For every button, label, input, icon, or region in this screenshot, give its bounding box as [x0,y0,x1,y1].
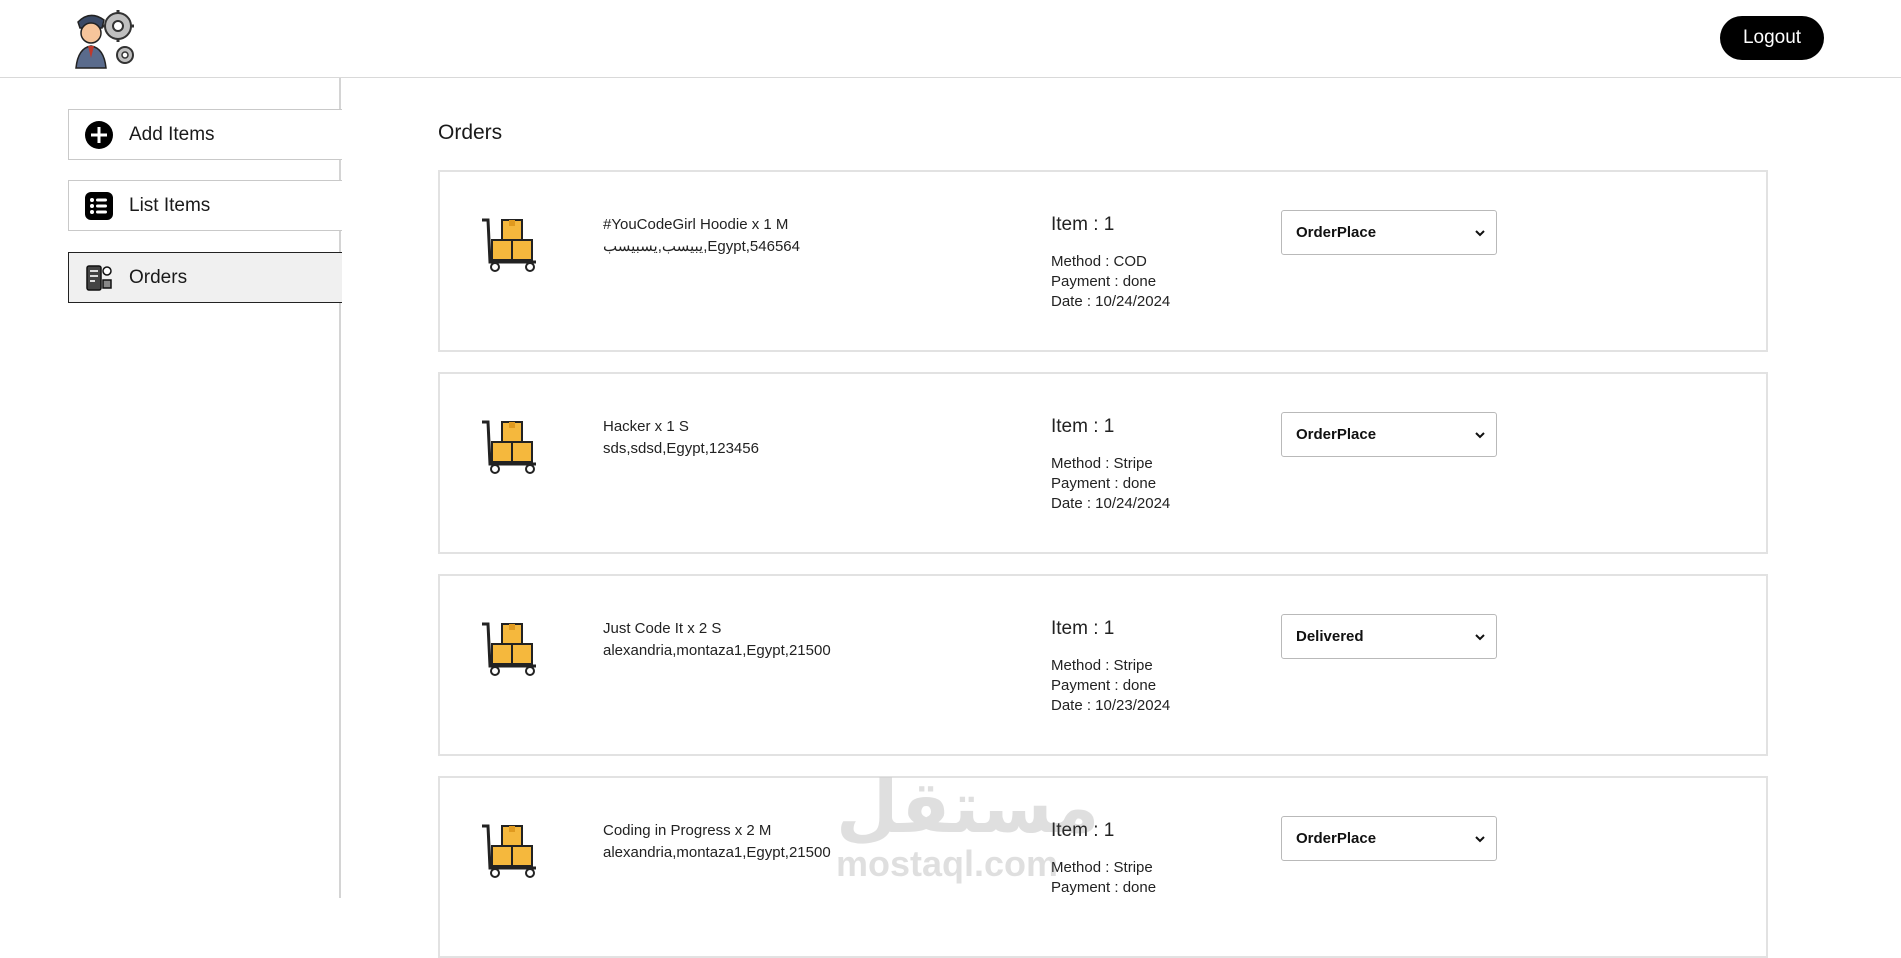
parcel-cart-icon [482,622,536,676]
order-item-count: Item : 1 [1051,618,1115,639]
chevron-down-icon [1475,633,1485,640]
parcel-cart-icon [482,824,536,878]
parcel-cart-icon [482,218,536,272]
order-date: Date : 10/24/2024 [1051,495,1171,512]
chevron-down-icon [1475,431,1485,438]
order-address: alexandria,montaza1,Egypt,21500 [603,642,831,659]
order-card: #YouCodeGirl Hoodie x 1 M يبيسب,يسبيسب,E… [438,170,1768,352]
order-payment: Payment : done [1051,273,1157,290]
order-date: Date : 10/23/2024 [1051,697,1171,714]
order-items: Just Code It x 2 S [603,620,722,637]
sidebar-item-list-items[interactable]: List Items [68,180,342,231]
sidebar-item-add-items[interactable]: Add Items [68,109,342,160]
chevron-down-icon [1475,835,1485,842]
logout-button[interactable]: Logout [1720,16,1824,60]
plus-circle-icon [85,120,113,149]
order-meta: Method : COD Payment : done Date : 10/24… [1051,252,1170,312]
order-method: Method : Stripe [1051,859,1153,876]
order-item-count: Item : 1 [1051,416,1115,437]
order-method: Method : Stripe [1051,657,1153,674]
status-value: OrderPlace [1296,426,1377,443]
order-method: Method : COD [1051,253,1147,270]
order-card: Just Code It x 2 S alexandria,montaza1,E… [438,574,1768,756]
sidebar-item-label: Orders [129,266,188,288]
order-meta: Method : Stripe Payment : done Date : 10… [1051,656,1170,716]
order-items: #YouCodeGirl Hoodie x 1 M [603,216,789,233]
order-status-select[interactable]: OrderPlace [1281,210,1497,255]
top-bar: Logout [0,0,1901,78]
order-payment: Payment : done [1051,475,1157,492]
page-title: Orders [438,121,503,144]
status-value: Delivered [1296,628,1364,645]
chevron-down-icon [1475,229,1485,236]
order-meta: Method : Stripe Payment : done [1051,858,1156,898]
status-value: OrderPlace [1296,830,1377,847]
order-payment: Payment : done [1051,879,1157,896]
status-value: OrderPlace [1296,224,1377,241]
order-item-count: Item : 1 [1051,820,1115,841]
order-status-select[interactable]: OrderPlace [1281,816,1497,861]
sidebar-item-orders[interactable]: Orders [68,252,342,303]
order-address: يبيسب,يسبيسب,Egypt,546564 [603,238,800,255]
orders-icon [86,264,112,291]
order-payment: Payment : done [1051,677,1157,694]
order-status-select[interactable]: OrderPlace [1281,412,1497,457]
order-item-count: Item : 1 [1051,214,1115,235]
order-card: Hacker x 1 S sds,sdsd,Egypt,123456 Item … [438,372,1768,554]
order-card: Coding in Progress x 2 M alexandria,mont… [438,776,1768,958]
order-method: Method : Stripe [1051,455,1153,472]
order-meta: Method : Stripe Payment : done Date : 10… [1051,454,1170,514]
order-address: sds,sdsd,Egypt,123456 [603,440,759,457]
parcel-cart-icon [482,420,536,474]
sidebar-item-label: List Items [129,194,211,216]
admin-logo-icon [75,10,134,69]
order-status-select[interactable]: Delivered [1281,614,1497,659]
order-items: Hacker x 1 S [603,418,689,435]
list-icon [85,191,113,220]
order-date: Date : 10/24/2024 [1051,293,1171,310]
sidebar: Add Items List Items Orders [0,78,342,898]
order-address: alexandria,montaza1,Egypt,21500 [603,844,831,861]
sidebar-item-label: Add Items [129,123,215,145]
order-items: Coding in Progress x 2 M [603,822,772,839]
